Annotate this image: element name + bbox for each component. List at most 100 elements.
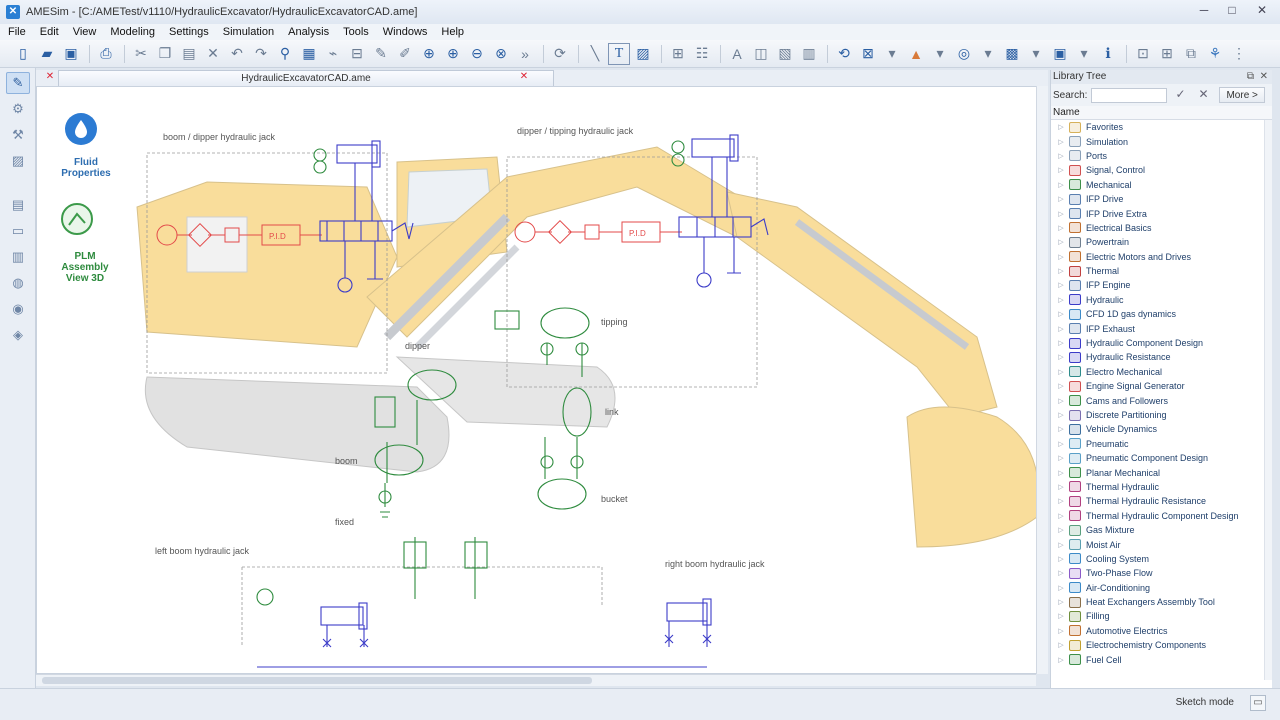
expand-arrow-icon[interactable]: ▷: [1055, 483, 1067, 491]
zoom-out-icon[interactable]: ⊖: [466, 43, 488, 65]
palette-tool-3-icon[interactable]: ▥: [6, 246, 30, 268]
library-item[interactable]: ▷ Thermal Hydraulic Component Design: [1051, 509, 1272, 523]
cut-icon[interactable]: ✂: [130, 43, 152, 65]
label-icon[interactable]: ⊟: [346, 43, 368, 65]
expand-arrow-icon[interactable]: ▷: [1055, 382, 1067, 390]
delete-icon[interactable]: ✕: [202, 43, 224, 65]
library-item[interactable]: ▷ IFP Exhaust: [1051, 321, 1272, 335]
info-icon[interactable]: ℹ: [1097, 43, 1119, 65]
brush-icon[interactable]: ✐: [394, 43, 416, 65]
library-item[interactable]: ▷ Cams and Followers: [1051, 393, 1272, 407]
expand-arrow-icon[interactable]: ▷: [1055, 555, 1067, 563]
binoculars-icon[interactable]: ⚲: [274, 43, 296, 65]
dropdown-icon[interactable]: ▾: [1073, 43, 1095, 65]
sketch-canvas[interactable]: P.I.D P.I.D Fluid Properties PLM Assembl…: [36, 86, 1048, 674]
library-item[interactable]: ▷ Air-Conditioning: [1051, 581, 1272, 595]
library-item[interactable]: ▷ Gas Mixture: [1051, 523, 1272, 537]
expand-arrow-icon[interactable]: ▷: [1055, 267, 1067, 275]
zoom-area-icon[interactable]: ⊗: [490, 43, 512, 65]
palette-tool-2-icon[interactable]: ▭: [6, 220, 30, 242]
palette-tool-5-icon[interactable]: ◉: [6, 298, 30, 320]
flame-icon[interactable]: ▲: [905, 43, 927, 65]
expand-arrow-icon[interactable]: ▷: [1055, 627, 1067, 635]
expand-arrow-icon[interactable]: ▷: [1055, 325, 1067, 333]
menu-file[interactable]: File: [8, 26, 26, 38]
expand-arrow-icon[interactable]: ▷: [1055, 440, 1067, 448]
library-item[interactable]: ▷ Filling: [1051, 609, 1272, 623]
expand-arrow-icon[interactable]: ▷: [1055, 181, 1067, 189]
plm-assembly-label[interactable]: PLM Assembly View 3D: [55, 251, 115, 284]
document-tab[interactable]: HydraulicExcavatorCAD.ame: [58, 70, 554, 86]
redo-icon[interactable]: ↷: [250, 43, 272, 65]
expand-arrow-icon[interactable]: ▷: [1055, 138, 1067, 146]
library-item[interactable]: ▷ CFD 1D gas dynamics: [1051, 307, 1272, 321]
library-item[interactable]: ▷ Moist Air: [1051, 537, 1272, 551]
fluid-properties-label[interactable]: Fluid Properties: [55, 157, 117, 179]
plot-icon[interactable]: ⊞: [667, 43, 689, 65]
search-clear-icon[interactable]: ✕: [1193, 87, 1213, 103]
menu-tools[interactable]: Tools: [343, 26, 369, 38]
sketch-mode-icon[interactable]: ✎: [6, 72, 30, 94]
expand-arrow-icon[interactable]: ▷: [1055, 641, 1067, 649]
library-item[interactable]: ▷ Pneumatic Component Design: [1051, 451, 1272, 465]
print-icon[interactable]: ⎙: [95, 43, 117, 65]
library-close-icon[interactable]: ✕: [1260, 70, 1268, 84]
python-icon[interactable]: ⚘: [1204, 43, 1226, 65]
refresh-icon[interactable]: ⟳: [549, 43, 571, 65]
horizontal-scroll-thumb[interactable]: [42, 677, 592, 684]
expand-arrow-icon[interactable]: ▷: [1055, 612, 1067, 620]
document-panel-close-button[interactable]: ✕: [44, 71, 56, 83]
library-item[interactable]: ▷ Electric Motors and Drives: [1051, 250, 1272, 264]
library-item[interactable]: ▷ IFP Drive: [1051, 192, 1272, 206]
font-icon[interactable]: A: [726, 43, 748, 65]
library-item[interactable]: ▷ Electrochemistry Components: [1051, 638, 1272, 652]
save-icon[interactable]: ▣: [60, 43, 82, 65]
dropdown-icon[interactable]: ▾: [929, 43, 951, 65]
component-icon[interactable]: ▦: [298, 43, 320, 65]
horizontal-scrollbar[interactable]: [36, 674, 1036, 686]
library-item[interactable]: ▷ Ports: [1051, 149, 1272, 163]
library-item[interactable]: ▷ Thermal: [1051, 264, 1272, 278]
menu-view[interactable]: View: [73, 26, 97, 38]
expand-arrow-icon[interactable]: ▷: [1055, 497, 1067, 505]
library-item[interactable]: ▷ Electro Mechanical: [1051, 365, 1272, 379]
pencil-icon[interactable]: ✎: [370, 43, 392, 65]
library-item[interactable]: ▷ Automotive Electrics: [1051, 624, 1272, 638]
library-item[interactable]: ▷ Vehicle Dynamics: [1051, 422, 1272, 436]
align-icon[interactable]: ▥: [798, 43, 820, 65]
more-toolbar-icon[interactable]: »: [514, 43, 536, 65]
simulation-mode-icon[interactable]: ▨: [6, 150, 30, 172]
expand-arrow-icon[interactable]: ▷: [1055, 310, 1067, 318]
link-icon[interactable]: ⌁: [322, 43, 344, 65]
expand-arrow-icon[interactable]: ▷: [1055, 339, 1067, 347]
expand-arrow-icon[interactable]: ▷: [1055, 569, 1067, 577]
expand-arrow-icon[interactable]: ▷: [1055, 397, 1067, 405]
palette-tool-1-icon[interactable]: ▤: [6, 194, 30, 216]
palette-tool-6-icon[interactable]: ◈: [6, 324, 30, 346]
library-item[interactable]: ▷ Favorites: [1051, 120, 1272, 134]
image-tool-icon[interactable]: ▨: [632, 43, 654, 65]
dashboard-icon[interactable]: ▣: [1049, 43, 1071, 65]
toolbar-overflow-icon[interactable]: ⋮: [1228, 43, 1250, 65]
expand-arrow-icon[interactable]: ▷: [1055, 598, 1067, 606]
dropdown-icon[interactable]: ▾: [1025, 43, 1047, 65]
expand-arrow-icon[interactable]: ▷: [1055, 253, 1067, 261]
layout-icon[interactable]: ⊞: [1156, 43, 1178, 65]
library-item[interactable]: ▷ Hydraulic Resistance: [1051, 350, 1272, 364]
globe-icon[interactable]: ◎: [953, 43, 975, 65]
maximize-button[interactable]: □: [1218, 0, 1246, 20]
vertical-scrollbar[interactable]: [1036, 86, 1048, 674]
chart-icon[interactable]: ▩: [1001, 43, 1023, 65]
open-folder-icon[interactable]: ▰: [36, 43, 58, 65]
library-item[interactable]: ▷ Thermal Hydraulic: [1051, 480, 1272, 494]
menu-windows[interactable]: Windows: [383, 26, 428, 38]
library-item[interactable]: ▷ Mechanical: [1051, 178, 1272, 192]
app-builder-icon[interactable]: ⊡: [1132, 43, 1154, 65]
compare-icon[interactable]: ⧉: [1180, 43, 1202, 65]
library-item[interactable]: ▷ Cooling System: [1051, 552, 1272, 566]
library-item[interactable]: ▷ Signal, Control: [1051, 163, 1272, 177]
copy-icon[interactable]: ❐: [154, 43, 176, 65]
expand-arrow-icon[interactable]: ▷: [1055, 195, 1067, 203]
batch-icon[interactable]: ⊠: [857, 43, 879, 65]
table-icon[interactable]: ☷: [691, 43, 713, 65]
